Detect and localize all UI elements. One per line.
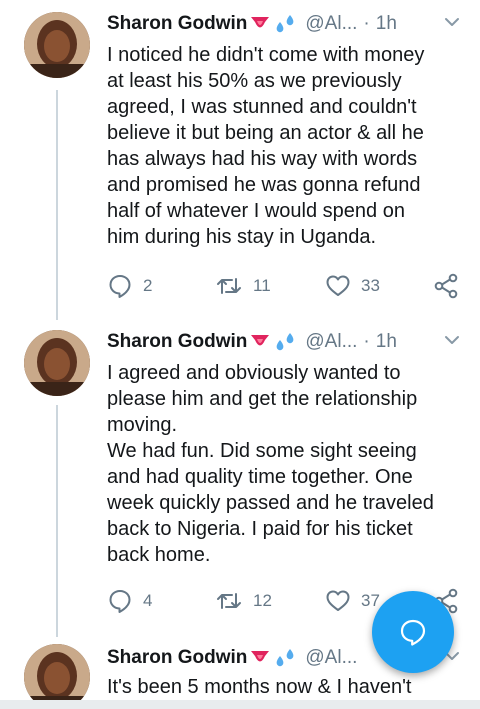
sweat-droplets-emoji <box>273 648 297 668</box>
separator-dot: · <box>363 13 370 34</box>
reply-count: 2 <box>143 276 153 295</box>
chevron-down-icon[interactable] <box>444 332 460 354</box>
tweet-header: Sharon Godwin @Al... · 1h <box>107 10 460 38</box>
heart-icon <box>326 275 350 296</box>
reply-button[interactable]: 4 <box>107 588 152 614</box>
author-handle[interactable]: @Al... <box>305 647 357 669</box>
tweet-actions: 2 11 33 <box>107 273 467 303</box>
tweet-header: Sharon Godwin @Al... · 1h <box>107 328 460 356</box>
tongue-emoji <box>249 15 271 33</box>
retweet-button[interactable]: 12 <box>215 588 272 614</box>
tweet[interactable]: Sharon Godwin @Al... · 1h I noticed he d… <box>0 0 480 320</box>
avatar-photo <box>24 12 90 78</box>
share-icon <box>434 273 458 299</box>
retweet-button[interactable]: 11 <box>215 273 271 299</box>
author-name[interactable]: Sharon Godwin <box>107 647 247 669</box>
retweet-icon <box>217 278 241 294</box>
tweet-text: I noticed he didn't come with money at l… <box>107 44 425 248</box>
like-button[interactable]: 33 <box>325 273 380 299</box>
compose-reply-button[interactable] <box>372 591 454 673</box>
sweat-droplets-emoji <box>273 14 297 34</box>
tongue-emoji <box>249 333 271 351</box>
bottom-divider <box>0 700 480 709</box>
compose-reply-icon <box>400 619 426 646</box>
retweet-icon <box>217 593 241 609</box>
heart-icon <box>326 590 350 611</box>
avatar[interactable] <box>24 644 90 700</box>
avatar-photo <box>24 644 90 700</box>
reply-count: 4 <box>143 591 153 610</box>
like-button[interactable]: 37 <box>325 588 380 614</box>
reply-button[interactable]: 2 <box>107 273 152 299</box>
tweet[interactable]: Sharon Godwin @Al... · 1h I agreed and o… <box>0 320 480 636</box>
avatar[interactable] <box>24 12 90 78</box>
avatar-photo <box>24 330 90 396</box>
separator-dot: · <box>363 331 370 352</box>
timestamp[interactable]: 1h <box>376 13 397 35</box>
author-handle[interactable]: @Al... <box>305 13 357 35</box>
author-handle[interactable]: @Al... <box>305 331 357 353</box>
retweet-count: 11 <box>253 276 271 295</box>
author-name[interactable]: Sharon Godwin <box>107 331 247 353</box>
avatar[interactable] <box>24 330 90 396</box>
share-button[interactable] <box>433 273 459 299</box>
tweet-text: I agreed and obviously wanted to please … <box>107 362 434 566</box>
retweet-count: 12 <box>253 591 272 610</box>
sweat-droplets-emoji <box>273 332 297 352</box>
like-count: 33 <box>361 276 380 295</box>
like-count: 37 <box>361 591 380 610</box>
reply-icon <box>109 275 131 298</box>
reply-icon <box>109 590 131 613</box>
author-name[interactable]: Sharon Godwin <box>107 13 247 35</box>
tongue-emoji <box>249 649 271 667</box>
tweet-text: It's been 5 months now & I haven't <box>107 676 412 698</box>
timestamp[interactable]: 1h <box>376 331 397 353</box>
chevron-down-icon[interactable] <box>444 14 460 36</box>
